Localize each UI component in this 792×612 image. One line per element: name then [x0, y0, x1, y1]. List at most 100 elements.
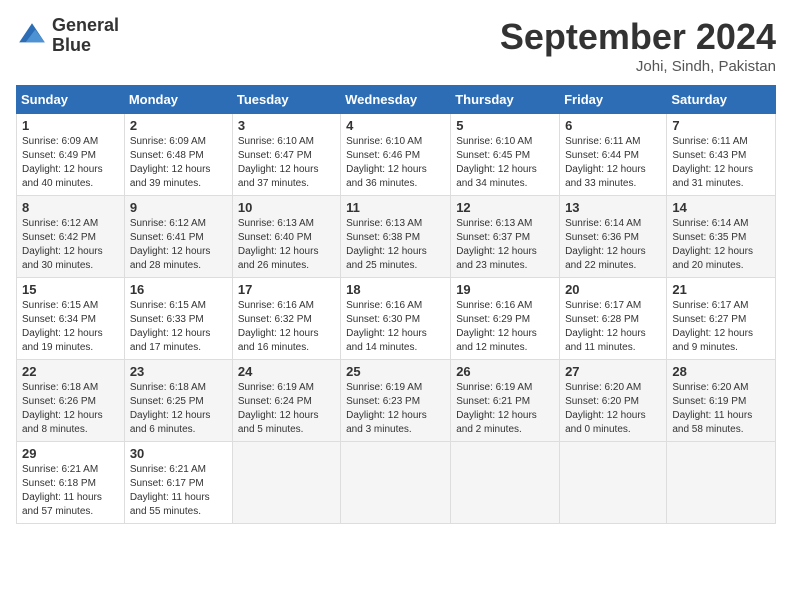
logo: General Blue: [16, 16, 119, 56]
day-number: 9: [130, 200, 227, 215]
title-block: September 2024 Johi, Sindh, Pakistan: [500, 16, 776, 75]
day-number: 6: [565, 118, 661, 133]
weekday-header: Thursday: [451, 86, 560, 114]
day-number: 24: [238, 364, 335, 379]
day-info: Sunrise: 6:16 AMSunset: 6:32 PMDaylight:…: [238, 299, 335, 355]
calendar-cell: 2 Sunrise: 6:09 AMSunset: 6:48 PMDaylight…: [124, 114, 232, 196]
day-info: Sunrise: 6:18 AMSunset: 6:26 PMDaylight:…: [22, 381, 119, 437]
day-number: 30: [130, 446, 227, 461]
day-number: 8: [22, 200, 119, 215]
day-info: Sunrise: 6:17 AMSunset: 6:28 PMDaylight:…: [565, 299, 661, 355]
day-info: Sunrise: 6:10 AMSunset: 6:47 PMDaylight:…: [238, 135, 335, 191]
calendar-cell: 23 Sunrise: 6:18 AMSunset: 6:25 PMDayligh…: [124, 360, 232, 442]
day-info: Sunrise: 6:09 AMSunset: 6:48 PMDaylight:…: [130, 135, 227, 191]
calendar-cell: 11 Sunrise: 6:13 AMSunset: 6:38 PMDayligh…: [341, 196, 451, 278]
calendar-cell: [560, 442, 667, 524]
day-number: 2: [130, 118, 227, 133]
day-number: 22: [22, 364, 119, 379]
calendar-cell: 4Sunrise: 6:10 AMSunset: 6:46 PMDaylight…: [341, 114, 451, 196]
calendar-cell: 26 Sunrise: 6:19 AMSunset: 6:21 PMDayligh…: [451, 360, 560, 442]
day-number: 18: [346, 282, 445, 297]
calendar-cell: 21 Sunrise: 6:17 AMSunset: 6:27 PMDayligh…: [667, 278, 776, 360]
calendar-cell: 12 Sunrise: 6:13 AMSunset: 6:37 PMDayligh…: [451, 196, 560, 278]
logo-icon: [16, 20, 48, 52]
calendar-cell: 24Sunrise: 6:19 AMSunset: 6:24 PMDayligh…: [232, 360, 340, 442]
calendar-cell: [341, 442, 451, 524]
weekday-header: Tuesday: [232, 86, 340, 114]
day-info: Sunrise: 6:18 AMSunset: 6:25 PMDaylight:…: [130, 381, 227, 437]
day-number: 27: [565, 364, 661, 379]
calendar-cell: [232, 442, 340, 524]
weekday-header: Friday: [560, 86, 667, 114]
day-info: Sunrise: 6:19 AMSunset: 6:23 PMDaylight:…: [346, 381, 445, 437]
day-info: Sunrise: 6:17 AMSunset: 6:27 PMDaylight:…: [672, 299, 770, 355]
day-info: Sunrise: 6:10 AMSunset: 6:45 PMDaylight:…: [456, 135, 554, 191]
calendar-week-row: 22 Sunrise: 6:18 AMSunset: 6:26 PMDayligh…: [17, 360, 776, 442]
day-number: 11: [346, 200, 445, 215]
day-info: Sunrise: 6:20 AMSunset: 6:19 PMDaylight:…: [672, 381, 770, 437]
weekday-header: Monday: [124, 86, 232, 114]
logo-text: General Blue: [52, 16, 119, 56]
calendar-cell: 1 Sunrise: 6:09 AMSunset: 6:49 PMDaylight…: [17, 114, 125, 196]
page-header: General Blue September 2024 Johi, Sindh,…: [16, 16, 776, 75]
calendar-cell: 15 Sunrise: 6:15 AMSunset: 6:34 PMDayligh…: [17, 278, 125, 360]
calendar-cell: 10 Sunrise: 6:13 AMSunset: 6:40 PMDayligh…: [232, 196, 340, 278]
calendar-cell: 27 Sunrise: 6:20 AMSunset: 6:20 PMDayligh…: [560, 360, 667, 442]
day-info: Sunrise: 6:11 AMSunset: 6:43 PMDaylight:…: [672, 135, 770, 191]
day-number: 29: [22, 446, 119, 461]
day-info: Sunrise: 6:09 AMSunset: 6:49 PMDaylight:…: [22, 135, 119, 191]
day-info: Sunrise: 6:13 AMSunset: 6:40 PMDaylight:…: [238, 217, 335, 273]
day-number: 7: [672, 118, 770, 133]
calendar-cell: [667, 442, 776, 524]
day-info: Sunrise: 6:12 AMSunset: 6:42 PMDaylight:…: [22, 217, 119, 273]
calendar-cell: 16Sunrise: 6:15 AMSunset: 6:33 PMDayligh…: [124, 278, 232, 360]
calendar-week-row: 1 Sunrise: 6:09 AMSunset: 6:49 PMDaylight…: [17, 114, 776, 196]
calendar-cell: 20Sunrise: 6:17 AMSunset: 6:28 PMDayligh…: [560, 278, 667, 360]
day-info: Sunrise: 6:12 AMSunset: 6:41 PMDaylight:…: [130, 217, 227, 273]
day-number: 26: [456, 364, 554, 379]
weekday-header: Saturday: [667, 86, 776, 114]
calendar-cell: 8 Sunrise: 6:12 AMSunset: 6:42 PMDaylight…: [17, 196, 125, 278]
day-number: 1: [22, 118, 119, 133]
location: Johi, Sindh, Pakistan: [500, 58, 776, 75]
day-number: 10: [238, 200, 335, 215]
day-info: Sunrise: 6:21 AMSunset: 6:17 PMDaylight:…: [130, 463, 227, 519]
day-info: Sunrise: 6:14 AMSunset: 6:36 PMDaylight:…: [565, 217, 661, 273]
weekday-header: Wednesday: [341, 86, 451, 114]
day-info: Sunrise: 6:19 AMSunset: 6:21 PMDaylight:…: [456, 381, 554, 437]
day-number: 4: [346, 118, 445, 133]
calendar-cell: 6 Sunrise: 6:11 AMSunset: 6:44 PMDaylight…: [560, 114, 667, 196]
calendar-table: SundayMondayTuesdayWednesdayThursdayFrid…: [16, 85, 776, 524]
day-number: 28: [672, 364, 770, 379]
day-number: 21: [672, 282, 770, 297]
day-number: 3: [238, 118, 335, 133]
calendar-cell: 19Sunrise: 6:16 AMSunset: 6:29 PMDayligh…: [451, 278, 560, 360]
calendar-week-row: 8 Sunrise: 6:12 AMSunset: 6:42 PMDaylight…: [17, 196, 776, 278]
day-number: 23: [130, 364, 227, 379]
calendar-cell: 22 Sunrise: 6:18 AMSunset: 6:26 PMDayligh…: [17, 360, 125, 442]
day-info: Sunrise: 6:11 AMSunset: 6:44 PMDaylight:…: [565, 135, 661, 191]
weekday-header: Sunday: [17, 86, 125, 114]
calendar-week-row: 29 Sunrise: 6:21 AMSunset: 6:18 PMDayligh…: [17, 442, 776, 524]
day-info: Sunrise: 6:13 AMSunset: 6:37 PMDaylight:…: [456, 217, 554, 273]
day-number: 13: [565, 200, 661, 215]
day-number: 19: [456, 282, 554, 297]
day-number: 12: [456, 200, 554, 215]
calendar-cell: 29 Sunrise: 6:21 AMSunset: 6:18 PMDayligh…: [17, 442, 125, 524]
day-info: Sunrise: 6:20 AMSunset: 6:20 PMDaylight:…: [565, 381, 661, 437]
day-number: 25: [346, 364, 445, 379]
calendar-week-row: 15 Sunrise: 6:15 AMSunset: 6:34 PMDayligh…: [17, 278, 776, 360]
day-number: 5: [456, 118, 554, 133]
calendar-cell: 14Sunrise: 6:14 AMSunset: 6:35 PMDayligh…: [667, 196, 776, 278]
day-number: 15: [22, 282, 119, 297]
calendar-cell: 17 Sunrise: 6:16 AMSunset: 6:32 PMDayligh…: [232, 278, 340, 360]
calendar-cell: 30 Sunrise: 6:21 AMSunset: 6:17 PMDayligh…: [124, 442, 232, 524]
day-info: Sunrise: 6:13 AMSunset: 6:38 PMDaylight:…: [346, 217, 445, 273]
day-info: Sunrise: 6:16 AMSunset: 6:30 PMDaylight:…: [346, 299, 445, 355]
calendar-cell: 13 Sunrise: 6:14 AMSunset: 6:36 PMDayligh…: [560, 196, 667, 278]
calendar-cell: 18 Sunrise: 6:16 AMSunset: 6:30 PMDayligh…: [341, 278, 451, 360]
day-info: Sunrise: 6:15 AMSunset: 6:34 PMDaylight:…: [22, 299, 119, 355]
calendar-cell: [451, 442, 560, 524]
day-number: 17: [238, 282, 335, 297]
day-info: Sunrise: 6:21 AMSunset: 6:18 PMDaylight:…: [22, 463, 119, 519]
